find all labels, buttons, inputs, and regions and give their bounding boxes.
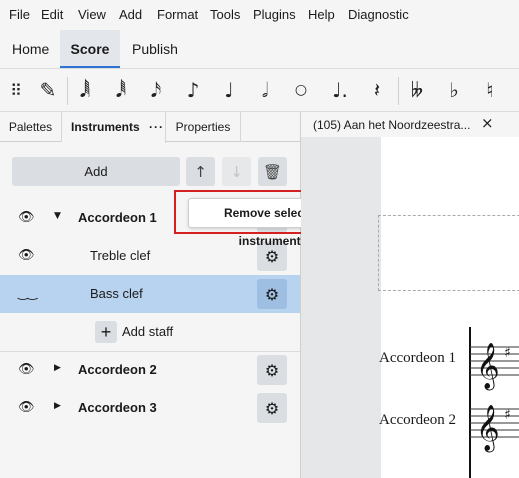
staff-name: Accordeon 1 (379, 350, 457, 366)
visibility-eye-icon[interactable]: 👁 (18, 210, 38, 226)
staff-name: Accordeon 2 (379, 412, 457, 428)
tab-instruments[interactable]: Instruments ··· (62, 112, 166, 143)
plus-icon[interactable]: + (95, 321, 117, 343)
double-flat-icon[interactable]: 𝄫 (402, 75, 432, 105)
instrument-row-accordeon-3[interactable]: 👁 ▶ Accordeon 3 ⚙ (0, 389, 300, 427)
menu-add[interactable]: Add (119, 7, 142, 22)
instrument-label: Accordeon 2 (78, 362, 157, 377)
toolbar-separator (67, 77, 68, 105)
move-down-button[interactable]: ↓ (222, 157, 251, 186)
menu-plugins[interactable]: Plugins (253, 7, 296, 22)
arrow-up-icon: ↑ (194, 162, 207, 181)
panel-tabs: Palettes Instruments ··· Properties (0, 112, 300, 143)
title-frame[interactable] (378, 215, 519, 291)
visibility-eye-icon[interactable]: 👁 (18, 400, 38, 416)
add-staff-button[interactable]: Add staff (122, 324, 173, 339)
instrument-settings-gear-icon[interactable]: ⚙ (257, 355, 287, 385)
panel-menu-icon[interactable]: ··· (149, 120, 164, 134)
16th-note-icon[interactable]: 𝅘𝅥𝅯 (141, 75, 171, 105)
whole-note-icon[interactable]: ○ (286, 75, 316, 105)
instrument-row-accordeon-2[interactable]: 👁 ▶ Accordeon 2 ⚙ (0, 351, 300, 389)
treble-clef-icon: 𝄞 (476, 405, 500, 453)
hidden-eye-icon[interactable]: ‿‿ (18, 286, 38, 302)
menu-bar: File Edit View Add Format Tools Plugins … (0, 0, 519, 30)
staff-lines: 𝄞 𝄞 ♯ ♯ (469, 327, 519, 478)
tab-home[interactable]: Home (2, 30, 59, 68)
menu-tools[interactable]: Tools (210, 7, 240, 22)
half-note-icon[interactable]: 𝅗𝅥 (250, 75, 280, 105)
workspace-tabs: Home Score Publish (0, 30, 519, 68)
expanded-caret-icon[interactable]: ▼ (54, 211, 61, 221)
64th-note-icon[interactable]: 𝅘𝅥𝅲 (70, 75, 100, 105)
quarter-note-icon[interactable]: ♩ (214, 75, 244, 105)
tab-properties[interactable]: Properties (166, 112, 241, 142)
sharp-icon: ♯ (504, 345, 511, 361)
tab-instruments-label: Instruments (71, 120, 140, 134)
close-icon[interactable]: × (481, 114, 494, 132)
menu-help[interactable]: Help (308, 7, 335, 22)
arrow-down-icon: ↓ (230, 162, 243, 181)
document-tab[interactable]: (105) Aan het Noordzeestra... × (301, 112, 501, 138)
instrument-label: Accordeon 3 (78, 400, 157, 415)
instrument-settings-gear-icon[interactable]: ⚙ (257, 393, 287, 423)
natural-icon[interactable]: ♮ (475, 75, 505, 105)
collapsed-caret-icon[interactable]: ▶ (54, 363, 61, 373)
treble-clef-icon: 𝄞 (476, 343, 500, 391)
trash-icon: 🗑 (262, 162, 283, 181)
menu-view[interactable]: View (78, 7, 106, 22)
staff-row-bass-clef[interactable]: ‿‿ Bass clef ⚙ (0, 275, 300, 313)
note-input-toolbar: ⠿ ✎ 𝅘𝅥𝅲 𝅘𝅥𝅱 𝅘𝅥𝅯 ♪ ♩ 𝅗𝅥 ○ ♩. 𝄽 𝄫 ♭ ♮ (0, 68, 519, 112)
instrument-label: Accordeon 1 (78, 210, 157, 225)
staff-label: Treble clef (90, 248, 151, 263)
visibility-eye-icon[interactable]: 👁 (18, 362, 38, 378)
add-instrument-button[interactable]: Add (12, 157, 180, 186)
menu-format[interactable]: Format (157, 7, 198, 22)
tab-score[interactable]: Score (60, 30, 120, 68)
flat-icon[interactable]: ♭ (439, 75, 469, 105)
menu-edit[interactable]: Edit (41, 7, 63, 22)
tab-publish[interactable]: Publish (122, 30, 188, 68)
menu-diagnostic[interactable]: Diagnostic (348, 7, 409, 22)
drag-handle-icon[interactable]: ⠿ (1, 75, 31, 105)
move-up-button[interactable]: ↑ (186, 157, 215, 186)
sharp-icon: ♯ (504, 407, 511, 423)
pencil-icon[interactable]: ✎ (33, 75, 63, 105)
visibility-eye-icon[interactable]: 👁 (18, 248, 38, 264)
tab-palettes[interactable]: Palettes (0, 112, 62, 142)
eighth-note-icon[interactable]: ♪ (178, 75, 208, 105)
32nd-note-icon[interactable]: 𝅘𝅥𝅱 (106, 75, 136, 105)
staff-settings-gear-icon[interactable]: ⚙ (257, 279, 287, 309)
staff-label: Bass clef (90, 286, 143, 301)
augmentation-dot-icon[interactable]: ♩. (325, 75, 355, 105)
menu-file[interactable]: File (9, 7, 30, 22)
add-staff-row: + Add staff (0, 313, 300, 351)
collapsed-caret-icon[interactable]: ▶ (54, 401, 61, 411)
quarter-rest-icon[interactable]: 𝄽 (362, 75, 392, 105)
delete-button[interactable]: 🗑 (258, 157, 287, 186)
score-canvas[interactable]: Accordeon 1 Accordeon 2 𝄞 𝄞 ♯ ♯ (301, 137, 519, 478)
toolbar-separator (398, 77, 399, 105)
document-title: (105) Aan het Noordzeestra... (313, 118, 471, 132)
instruments-panel: Palettes Instruments ··· Properties Add … (0, 112, 301, 478)
